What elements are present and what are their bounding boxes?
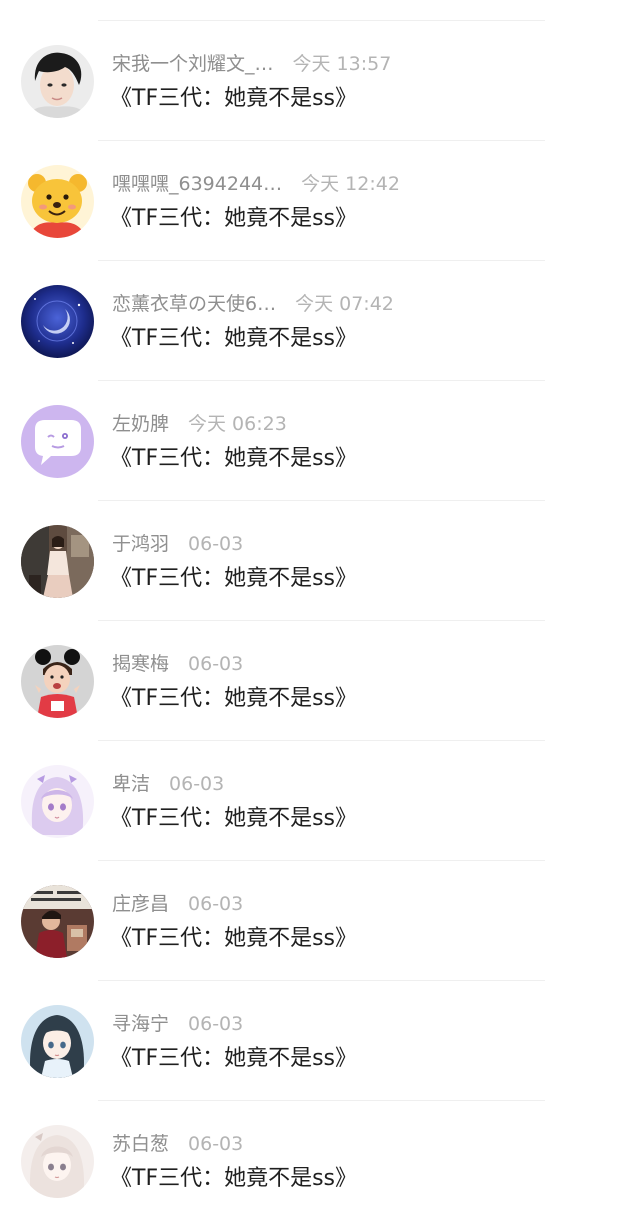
list-item[interactable]: 寻海宁 06-03 《TF三代：她竟不是ss》 [0, 981, 640, 1101]
list-item[interactable]: 左奶脾 今天 06:23 《TF三代：她竟不是ss》 [0, 381, 640, 501]
avatar[interactable] [21, 1125, 94, 1198]
sender-name: 寻海宁 [112, 1013, 170, 1035]
anime-girl-blue-avatar-icon [21, 1005, 94, 1078]
message-preview: 《TF三代：她竟不是ss》 [110, 1166, 358, 1191]
message-meta: 左奶脾 今天 06:23 [112, 411, 287, 437]
avatar[interactable] [21, 645, 94, 718]
list-item[interactable]: 庄彦昌 06-03 《TF三代：她竟不是ss》 [0, 861, 640, 981]
cartoon-bear-avatar-icon [21, 165, 94, 238]
message-preview: 《TF三代：她竟不是ss》 [110, 326, 358, 351]
sender-name: 于鸿羽 [112, 533, 170, 555]
message-meta: 卑洁 06-03 [112, 771, 224, 797]
avatar[interactable] [21, 405, 94, 478]
timestamp: 06-03 [188, 1133, 244, 1155]
message-meta: 嘿嘿嘿_6394244… 今天 12:42 [112, 171, 400, 197]
avatar[interactable] [21, 525, 94, 598]
message-meta: 于鸿羽 06-03 [112, 531, 243, 557]
avatar[interactable] [21, 165, 94, 238]
anime-girl-white-avatar-icon [21, 1125, 94, 1198]
message-meta: 庄彦昌 06-03 [112, 891, 243, 917]
sender-name: 恋薰衣草の天使6… [112, 293, 277, 315]
timestamp: 06-03 [169, 773, 225, 795]
message-preview: 《TF三代：她竟不是ss》 [110, 1046, 358, 1071]
message-preview: 《TF三代：她竟不是ss》 [110, 206, 358, 231]
avatar[interactable] [21, 285, 94, 358]
message-meta: 寻海宁 06-03 [112, 1011, 243, 1037]
avatar[interactable] [21, 765, 94, 838]
message-preview: 《TF三代：她竟不是ss》 [110, 446, 358, 471]
list-item[interactable]: 于鸿羽 06-03 《TF三代：她竟不是ss》 [0, 501, 640, 621]
avatar[interactable] [21, 885, 94, 958]
sender-name: 苏白葱 [112, 1133, 170, 1155]
message-list: 宋我一个刘耀文_… 今天 13:57 《TF三代：她竟不是ss》 嘿嘿嘿_6394… [0, 0, 640, 1205]
timestamp: 今天 06:23 [188, 413, 287, 435]
sender-name: 宋我一个刘耀文_… [112, 53, 274, 75]
message-preview: 《TF三代：她竟不是ss》 [110, 566, 358, 591]
avatar[interactable] [21, 45, 94, 118]
list-item[interactable]: 苏白葱 06-03 《TF三代：她竟不是ss》 [0, 1101, 640, 1221]
sender-name: 卑洁 [112, 773, 151, 795]
girl-photo-avatar-icon [21, 525, 94, 598]
timestamp: 06-03 [188, 653, 244, 675]
message-meta: 揭寒梅 06-03 [112, 651, 243, 677]
child-mouse-ears-avatar-icon [21, 645, 94, 718]
timestamp: 06-03 [188, 893, 244, 915]
timestamp: 今天 07:42 [295, 293, 394, 315]
avatar[interactable] [21, 1005, 94, 1078]
timestamp: 06-03 [188, 1013, 244, 1035]
timestamp: 今天 13:57 [292, 53, 392, 75]
sender-name: 左奶脾 [112, 413, 170, 435]
timestamp: 06-03 [188, 533, 244, 555]
message-meta: 苏白葱 06-03 [112, 1131, 243, 1157]
anime-girl-purple-avatar-icon [21, 765, 94, 838]
list-item[interactable]: 宋我一个刘耀文_… 今天 13:57 《TF三代：她竟不是ss》 [0, 21, 640, 141]
sender-name: 庄彦昌 [112, 893, 170, 915]
boy-portrait-avatar-icon [21, 45, 94, 118]
message-meta: 宋我一个刘耀文_… 今天 13:57 [112, 51, 391, 77]
sender-name: 嘿嘿嘿_6394244… [112, 173, 283, 195]
sender-name: 揭寒梅 [112, 653, 170, 675]
message-meta: 恋薰衣草の天使6… 今天 07:42 [112, 291, 394, 317]
chat-bubble-avatar-icon [21, 405, 94, 478]
list-item[interactable]: 嘿嘿嘿_6394244… 今天 12:42 《TF三代：她竟不是ss》 [0, 141, 640, 261]
moon-night-sky-avatar-icon [21, 285, 94, 358]
message-preview: 《TF三代：她竟不是ss》 [110, 686, 358, 711]
meme-photo-avatar-icon [21, 885, 94, 958]
list-item[interactable]: 恋薰衣草の天使6… 今天 07:42 《TF三代：她竟不是ss》 [0, 261, 640, 381]
list-item[interactable]: 卑洁 06-03 《TF三代：她竟不是ss》 [0, 741, 640, 861]
message-preview: 《TF三代：她竟不是ss》 [110, 86, 358, 111]
message-preview: 《TF三代：她竟不是ss》 [110, 926, 358, 951]
list-item[interactable]: 揭寒梅 06-03 《TF三代：她竟不是ss》 [0, 621, 640, 741]
message-preview: 《TF三代：她竟不是ss》 [110, 806, 358, 831]
timestamp: 今天 12:42 [301, 173, 400, 195]
